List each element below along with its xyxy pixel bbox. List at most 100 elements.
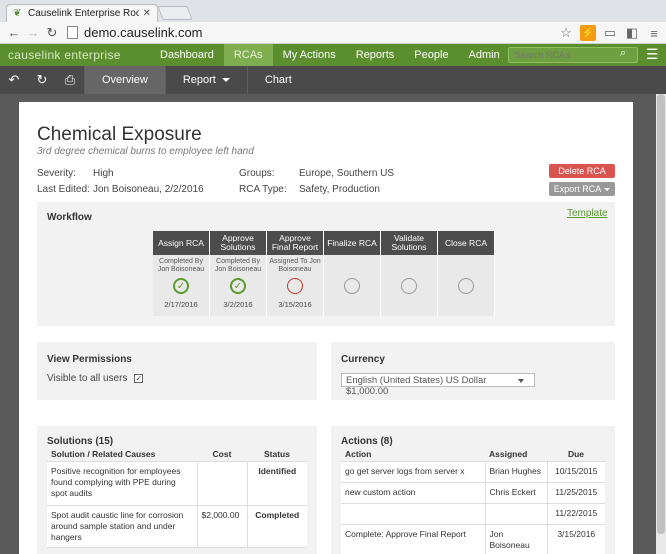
type-value: Safety, Production: [299, 184, 380, 195]
nav-dashboard[interactable]: Dashboard: [150, 44, 224, 66]
star-icon[interactable]: ☆: [558, 25, 574, 41]
action-text: go get server logs from server x: [341, 461, 485, 483]
edited-value: Jon Boisoneau, 2/2/2016: [93, 184, 204, 195]
permissions-title: View Permissions: [47, 354, 132, 365]
groups-row: Groups: Europe, Southern US: [239, 168, 439, 179]
workflow-step-date: 3/15/2016: [278, 300, 312, 309]
visibility-label: Visible to all users: [47, 373, 128, 384]
export-rca-label: Export RCA: [553, 184, 602, 194]
col-cost[interactable]: Cost: [197, 447, 247, 462]
tab-report[interactable]: Report: [164, 66, 247, 94]
currency-select[interactable]: English (United States) US Dollar $1,000…: [341, 373, 535, 397]
nav-reports[interactable]: Reports: [346, 44, 405, 66]
col-status[interactable]: Status: [247, 447, 307, 462]
edited-row: Last Edited: Jon Boisoneau, 2/2/2016: [37, 184, 237, 195]
permissions-panel: [37, 342, 317, 400]
refresh-icon[interactable]: ↻: [28, 72, 56, 88]
extension-puzzle-icon[interactable]: ◧: [624, 25, 640, 41]
hamburger-menu-icon[interactable]: ☰: [646, 47, 659, 61]
workflow-step-finalize-rca[interactable]: Finalize RCA: [324, 231, 381, 316]
solution-text: Spot audit caustic line for corrosion ar…: [47, 505, 197, 548]
table-row[interactable]: Positive recognition for employees found…: [47, 461, 307, 506]
currency-title: Currency: [341, 354, 385, 365]
col-due[interactable]: Due: [547, 447, 605, 462]
workflow-step-name: Approve Final Report: [267, 231, 323, 255]
table-row[interactable]: Spot audit caustic line for corrosion ar…: [47, 505, 307, 548]
address-bar[interactable]: demo.causelink.com: [67, 25, 203, 40]
workflow-step-close-rca[interactable]: Close RCA: [438, 231, 495, 316]
browser-tabbar: ❦ Causelink Enterprise Root ✕: [0, 0, 666, 22]
nav-admin[interactable]: Admin: [459, 44, 510, 66]
template-link[interactable]: Template: [567, 208, 608, 219]
solution-cost: $2,000.00: [196, 505, 247, 548]
delete-rca-button[interactable]: Delete RCA: [549, 164, 615, 178]
search-input[interactable]: [508, 47, 638, 63]
close-icon[interactable]: ✕: [143, 8, 151, 19]
rca-subnav: ↶ ↻ ⎙ Overview Report Chart: [0, 66, 666, 94]
col-action[interactable]: Action: [341, 447, 485, 462]
table-row[interactable]: go get server logs from server x Brian H…: [341, 461, 605, 483]
table-row[interactable]: 11/22/2015: [341, 503, 605, 525]
back-icon[interactable]: ←: [6, 25, 22, 41]
workflow-step-approve-solutions[interactable]: Approve Solutions Completed By Jon Boiso…: [210, 231, 267, 316]
workflow-step-note: [438, 255, 494, 275]
browser-menu-icon[interactable]: ≡: [646, 25, 662, 41]
severity-value: High: [93, 168, 114, 179]
workflow-step-date: 3/2/2016: [223, 300, 253, 309]
forward-icon[interactable]: →: [25, 25, 41, 41]
action-assigned: [484, 503, 547, 525]
nav-people[interactable]: People: [404, 44, 458, 66]
tab-title: Causelink Enterprise Root: [28, 8, 139, 19]
visible-all-checkbox[interactable]: ✓: [134, 373, 144, 383]
tab-overview-label: Overview: [102, 74, 148, 86]
workflow-step-assign-rca[interactable]: Assign RCA Completed By Jon Boisoneau ✓ …: [153, 231, 210, 316]
nav-rcas[interactable]: RCAs: [223, 44, 273, 66]
col-assigned[interactable]: Assigned: [485, 447, 547, 462]
table-row[interactable]: Complete: Approve Final Report Jon Boiso…: [341, 524, 605, 554]
workflow-step-name: Approve Solutions: [210, 231, 266, 255]
col-solution[interactable]: Solution / Related Causes: [47, 447, 197, 462]
edited-label: Last Edited:: [37, 184, 90, 195]
check-circle-icon: ✓: [230, 278, 246, 294]
empty-circle-icon: [401, 278, 417, 294]
export-rca-button[interactable]: Export RCA: [549, 182, 615, 196]
search-icon[interactable]: ⌕: [620, 47, 626, 60]
workflow-step-validate-solutions[interactable]: Validate Solutions: [381, 231, 438, 316]
workflow-step-note: [324, 255, 380, 275]
scrollbar-thumb[interactable]: [657, 94, 665, 534]
tab-report-label: Report: [182, 74, 216, 86]
tab-overview[interactable]: Overview: [84, 66, 165, 94]
empty-circle-icon: [344, 278, 360, 294]
solutions-table: Solution / Related Causes Cost Status Po…: [47, 447, 307, 548]
groups-label: Groups:: [239, 168, 275, 179]
reload-icon[interactable]: ↻: [44, 25, 60, 41]
workflow-title: Workflow: [47, 212, 92, 223]
page-title: Chemical Exposure: [37, 124, 202, 145]
workflow-step-note: Assigned To Jon Boisoneau: [269, 258, 321, 273]
workflow-step-name: Assign RCA: [153, 231, 209, 255]
workflow-step-approve-final-report[interactable]: Approve Final Report Assigned To Jon Boi…: [267, 231, 324, 316]
action-assigned: Jon Boisoneau: [484, 524, 547, 554]
extension-icon[interactable]: ⚡: [580, 25, 596, 41]
content-area: Chemical Exposure 3rd degree chemical bu…: [0, 94, 666, 554]
workflow-step-name: Finalize RCA: [324, 231, 380, 255]
action-text: Complete: Approve Final Report: [341, 524, 485, 554]
pending-circle-icon: [287, 278, 303, 294]
type-label: RCA Type:: [239, 184, 287, 195]
workflow-step-date: 2/17/2016: [164, 300, 198, 309]
action-due: 11/22/2015: [546, 503, 605, 525]
pdf-icon[interactable]: ⎙: [56, 72, 84, 88]
page-subtitle: 3rd degree chemical burns to employee le…: [37, 146, 254, 157]
empty-circle-icon: [458, 278, 474, 294]
severity-row: Severity: High: [37, 168, 114, 179]
tab-chart[interactable]: Chart: [246, 66, 309, 94]
brand-logo[interactable]: causelink enterprise: [0, 48, 150, 62]
cast-icon[interactable]: ▭: [602, 25, 618, 41]
undo-icon[interactable]: ↶: [0, 72, 28, 88]
new-tab-button[interactable]: [157, 6, 193, 20]
nav-my-actions[interactable]: My Actions: [273, 44, 346, 66]
page-icon: [67, 26, 78, 39]
scrollbar[interactable]: [656, 94, 666, 554]
table-row[interactable]: new custom action Chris Eckert 11/25/201…: [341, 482, 605, 504]
browser-tab[interactable]: ❦ Causelink Enterprise Root ✕: [6, 4, 158, 22]
